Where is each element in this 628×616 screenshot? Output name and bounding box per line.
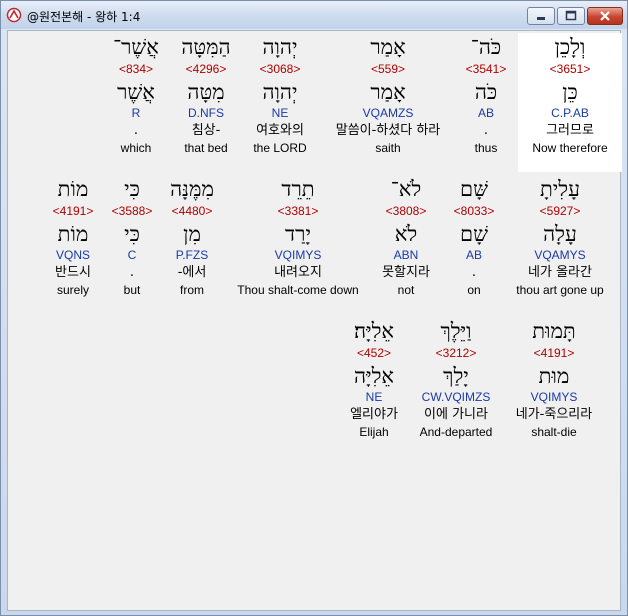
word-column[interactable]: אֲשֶׁר־ <834> אֲשֶׁר R . which (84, 33, 188, 156)
strong-number[interactable]: <3588> (98, 203, 166, 219)
english-gloss: shalt-die (531, 425, 577, 439)
minimize-icon (537, 17, 545, 20)
hebrew-root: אָמַר (370, 80, 406, 104)
word-column[interactable]: כִּי <3588> כִּי C . but (98, 175, 166, 298)
morphology-code[interactable]: VQAMZS (318, 105, 458, 122)
hebrew-root: כִּי (124, 222, 140, 246)
english-gloss: which (120, 141, 152, 155)
korean-gloss: . (129, 265, 135, 280)
english-gloss: but (123, 283, 141, 297)
hebrew-word: אֵלִיָּה׃ (353, 319, 394, 343)
english-gloss: surely (56, 283, 89, 297)
strong-number[interactable]: <4191> (502, 345, 606, 361)
minimize-button[interactable] (527, 7, 555, 25)
word-column[interactable]: מוֹת <4191> מוֹת VQNS 반드시 surely (38, 175, 108, 298)
strong-number[interactable]: <834> (84, 61, 188, 77)
maximize-icon (565, 10, 577, 21)
korean-gloss: 내려오지 (274, 265, 322, 280)
close-icon (600, 11, 610, 21)
morphology-code[interactable]: R (84, 105, 188, 122)
hebrew-word: אֲשֶׁר־ (113, 35, 159, 59)
morphology-code[interactable]: VQNS (38, 247, 108, 264)
word-column[interactable]: תֵרֵד <3381> יָרַד VQIMYS 내려오지 Thou shal… (226, 175, 370, 298)
hebrew-word: כִּי (124, 177, 140, 201)
hebrew-word: מוֹת (57, 177, 89, 201)
hebrew-word: תָּמוּת (532, 319, 576, 343)
word-column[interactable]: אֵלִיָּה׃ <452> אֵלִיָּה NE 엘리야가 Elijah (322, 317, 426, 440)
korean-gloss: . (133, 123, 139, 138)
hebrew-root: אֲשֶׁר (117, 80, 155, 104)
app-icon (6, 7, 22, 23)
hebrew-root: מוּת (538, 364, 570, 388)
korean-gloss: 말씀이-하셨다 하라 (335, 123, 441, 138)
app-window: @원전본해 - 왕하 1:4 וְלָכֵן <3651> כֵּן C.P.A… (0, 0, 628, 616)
strong-number[interactable]: <452> (322, 345, 426, 361)
word-column[interactable]: תָּמוּת <4191> מוּת VQIMYS 네가-죽으리라 shalt… (502, 317, 606, 440)
strong-number[interactable]: <3381> (226, 203, 370, 219)
window-title: @원전본해 - 왕하 1:4 (27, 10, 141, 24)
hebrew-word: אָמַר (370, 35, 406, 59)
hebrew-root: מוֹת (57, 222, 89, 246)
word-column[interactable]: אָמַר <559> אָמַר VQAMZS 말씀이-하셨다 하라 sait… (318, 33, 458, 156)
morphology-code[interactable]: NE (322, 389, 426, 406)
korean-gloss: 엘리야가 (350, 407, 398, 422)
morphology-code[interactable]: VQIMYS (502, 389, 606, 406)
korean-gloss: 반드시 (55, 265, 91, 280)
title-bar[interactable]: @원전본해 - 왕하 1:4 (1, 1, 627, 29)
english-gloss: saith (375, 141, 401, 155)
close-button[interactable] (587, 7, 623, 25)
morphology-code[interactable]: VQIMYS (226, 247, 370, 264)
verse-content-area[interactable]: וְלָכֵן <3651> כֵּן C.P.AB 그러므로 Now ther… (7, 30, 622, 611)
morphology-code[interactable]: C (98, 247, 166, 264)
maximize-button[interactable] (557, 7, 585, 25)
hebrew-root: יָרַד (285, 222, 311, 246)
strong-number[interactable]: <559> (318, 61, 458, 77)
strong-number[interactable]: <4191> (38, 203, 108, 219)
korean-gloss: 네가-죽으리라 (515, 407, 593, 422)
english-gloss: Elijah (359, 425, 389, 439)
english-gloss: Thou shalt-come down (237, 283, 359, 297)
hebrew-root: אֵלִיָּה (353, 364, 394, 388)
hebrew-word: תֵרֵד (281, 177, 315, 201)
